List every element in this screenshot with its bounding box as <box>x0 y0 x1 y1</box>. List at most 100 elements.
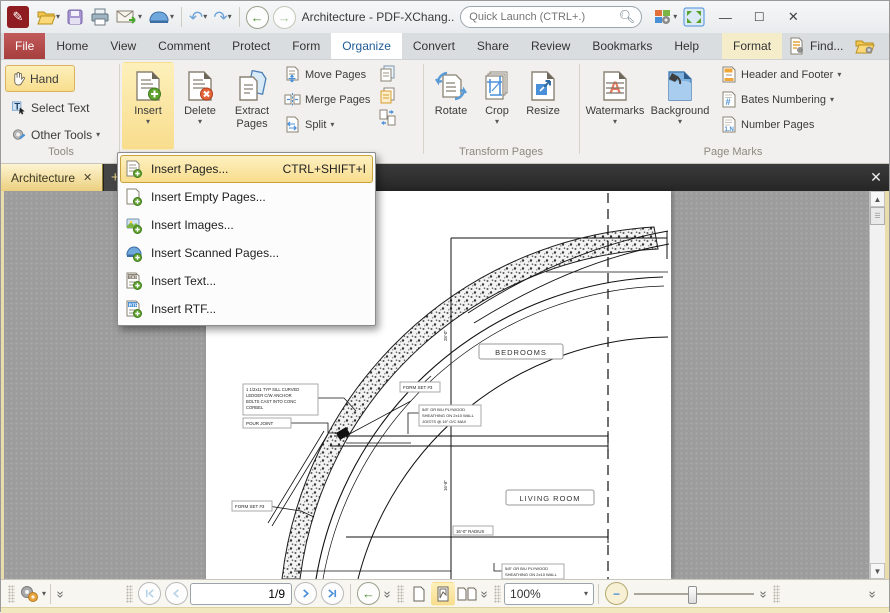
plywood-callout-mid: 5/8" GR B/U PLYWOOD SHEATHING ON 2x10 WA… <box>419 405 481 426</box>
overflow-chevron-icon[interactable]: » <box>867 588 880 600</box>
delete-button[interactable]: Delete ▾ <box>174 62 226 146</box>
menu-item-insert-empty-pages[interactable]: Insert Empty Pages... <box>120 183 373 211</box>
previous-page-button[interactable] <box>165 582 188 605</box>
document-tab-close-icon[interactable]: ✕ <box>83 171 92 184</box>
vertical-scrollbar[interactable]: ▲ ☰ ▼ <box>869 191 885 579</box>
toolbar-grip[interactable] <box>773 585 780 603</box>
ribbon-tab-format[interactable]: Format <box>722 33 782 59</box>
scroll-down-button[interactable]: ▼ <box>870 563 885 579</box>
maximize-button[interactable]: ☐ <box>742 5 776 29</box>
svg-text:FORM SET #3: FORM SET #3 <box>235 504 265 509</box>
number-pages-button[interactable]: 1.N Number Pages <box>717 112 845 137</box>
toolbar-grip[interactable] <box>397 585 404 603</box>
page-number-field[interactable] <box>190 583 292 605</box>
continuous-layout-button[interactable] <box>431 582 455 606</box>
rotate-button[interactable]: Rotate <box>427 62 475 146</box>
background-button[interactable]: Background ▾ <box>647 62 713 146</box>
menu-item-insert-images[interactable]: Insert Images... <box>120 211 373 239</box>
duplicate-pages-button[interactable] <box>376 62 398 84</box>
zoom-options-chevron-icon[interactable]: » <box>758 588 771 600</box>
move-pages-button[interactable]: Move Pages <box>280 62 374 87</box>
status-options-button[interactable]: ▾ <box>18 584 46 604</box>
ribbon-tab-bookmarks[interactable]: Bookmarks <box>581 33 663 59</box>
ribbon-tab-view[interactable]: View <box>99 33 147 59</box>
menu-item-insert-text[interactable]: TXT Insert Text... <box>120 267 373 295</box>
split-button[interactable]: Split ▾ <box>280 112 374 137</box>
svg-text:RTF: RTF <box>129 302 138 307</box>
quick-launch-input[interactable] <box>467 10 618 24</box>
find-button[interactable]: Find... <box>782 37 849 55</box>
delete-pages-icon <box>185 70 215 102</box>
zoom-combobox[interactable]: 100% ▾ <box>504 583 594 605</box>
select-text-button[interactable]: T Select Text <box>5 94 117 121</box>
scan-button[interactable]: ▾ <box>145 4 177 30</box>
zoom-slider[interactable] <box>634 584 754 604</box>
swap-pages-button[interactable] <box>376 106 398 128</box>
svg-text:5/8" GR B/U PLYWOOD: 5/8" GR B/U PLYWOOD <box>505 566 548 571</box>
merge-pages-button[interactable]: Merge Pages <box>280 87 374 112</box>
first-page-button[interactable] <box>138 582 161 605</box>
other-tools-button[interactable]: Other Tools ▾ <box>5 121 117 148</box>
watermarks-button[interactable]: A Watermarks ▾ <box>583 62 647 146</box>
fullscreen-button[interactable] <box>680 4 708 30</box>
ribbon-tab-help[interactable]: Help <box>663 33 710 59</box>
ribbon-tab-convert[interactable]: Convert <box>402 33 466 59</box>
extract-pages-button[interactable]: Extract Pages <box>226 62 278 146</box>
menu-item-insert-scanned-pages[interactable]: Insert Scanned Pages... <box>120 239 373 267</box>
plywood-callout-bottom: 5/8" GR B/U PLYWOOD SHEATHING ON 2x10 WA… <box>502 564 564 579</box>
ui-options-icon <box>653 8 673 26</box>
ribbon-tab-organize[interactable]: Organize <box>331 33 402 59</box>
status-options-caret-icon: ▾ <box>42 590 46 598</box>
menu-item-insert-rtf[interactable]: RTF Insert RTF... <box>120 295 373 323</box>
toolbar-grip[interactable] <box>126 585 133 603</box>
scrollbar-thumb[interactable]: ☰ <box>870 207 885 225</box>
ribbon-tab-form[interactable]: Form <box>281 33 331 59</box>
minimize-button[interactable]: — <box>708 5 742 29</box>
scroll-up-button[interactable]: ▲ <box>870 191 885 207</box>
quick-launch-box[interactable]: 🔍︎ <box>460 6 642 28</box>
hand-tool-button[interactable]: Hand <box>5 65 75 92</box>
view-history-chevron-icon[interactable]: » <box>382 588 395 600</box>
bates-numbering-button[interactable]: # Bates Numbering ▾ <box>717 87 845 112</box>
toolbar-grip[interactable] <box>8 585 15 603</box>
redo-button[interactable]: ↷ ▾ <box>210 4 234 30</box>
close-pane-button[interactable]: ✕ <box>863 164 889 191</box>
layout-options-chevron-icon[interactable]: » <box>479 588 492 600</box>
collapse-ribbon-button[interactable]: ⌃ <box>881 39 890 53</box>
resize-button[interactable]: Resize <box>519 62 567 146</box>
close-button[interactable]: ✕ <box>776 5 810 29</box>
facing-pages-layout-button[interactable] <box>455 582 479 606</box>
ribbon-tab-home[interactable]: Home <box>45 33 99 59</box>
crop-button[interactable]: Crop ▾ <box>475 62 519 146</box>
next-page-button[interactable] <box>294 582 317 605</box>
history-forward-button[interactable]: → <box>273 6 296 29</box>
email-button[interactable]: ▾ <box>113 4 145 30</box>
ribbon-tab-comment[interactable]: Comment <box>147 33 221 59</box>
undo-button[interactable]: ↶ ▾ <box>186 4 210 30</box>
replace-pages-button[interactable] <box>376 84 398 106</box>
header-and-footer-caret-icon: ▾ <box>837 71 841 79</box>
more-tools-chevron-icon[interactable]: » <box>55 588 68 600</box>
ui-options-button[interactable]: ▾ <box>650 4 680 30</box>
last-page-button[interactable] <box>321 582 344 605</box>
zoom-out-button[interactable]: − <box>605 582 628 605</box>
ribbon-tab-share[interactable]: Share <box>466 33 520 59</box>
single-page-layout-button[interactable] <box>407 582 431 606</box>
header-and-footer-button[interactable]: Header and Footer ▾ <box>717 62 845 87</box>
previous-view-button[interactable]: ← <box>357 582 380 605</box>
save-button[interactable] <box>63 4 87 30</box>
zoom-slider-thumb[interactable] <box>688 586 697 604</box>
menu-item-insert-pages[interactable]: Insert Pages... CTRL+SHIFT+I <box>120 155 373 183</box>
document-tab-architecture[interactable]: Architecture ✕ <box>1 164 103 191</box>
ribbon-tab-file[interactable]: File <box>4 33 45 59</box>
ribbon-tab-review[interactable]: Review <box>520 33 581 59</box>
insert-button[interactable]: Insert ▾ <box>122 62 174 150</box>
history-back-button[interactable]: ← <box>246 6 269 29</box>
rotate-label: Rotate <box>435 105 467 118</box>
transform-pages-group: Rotate Crop ▾ Resize Transform Pages <box>427 62 575 160</box>
print-button[interactable] <box>87 4 113 30</box>
ribbon-tab-protect[interactable]: Protect <box>221 33 281 59</box>
search-files-button[interactable] <box>849 37 881 55</box>
toolbar-grip[interactable] <box>494 585 501 603</box>
open-button[interactable]: ▾ <box>33 4 63 30</box>
